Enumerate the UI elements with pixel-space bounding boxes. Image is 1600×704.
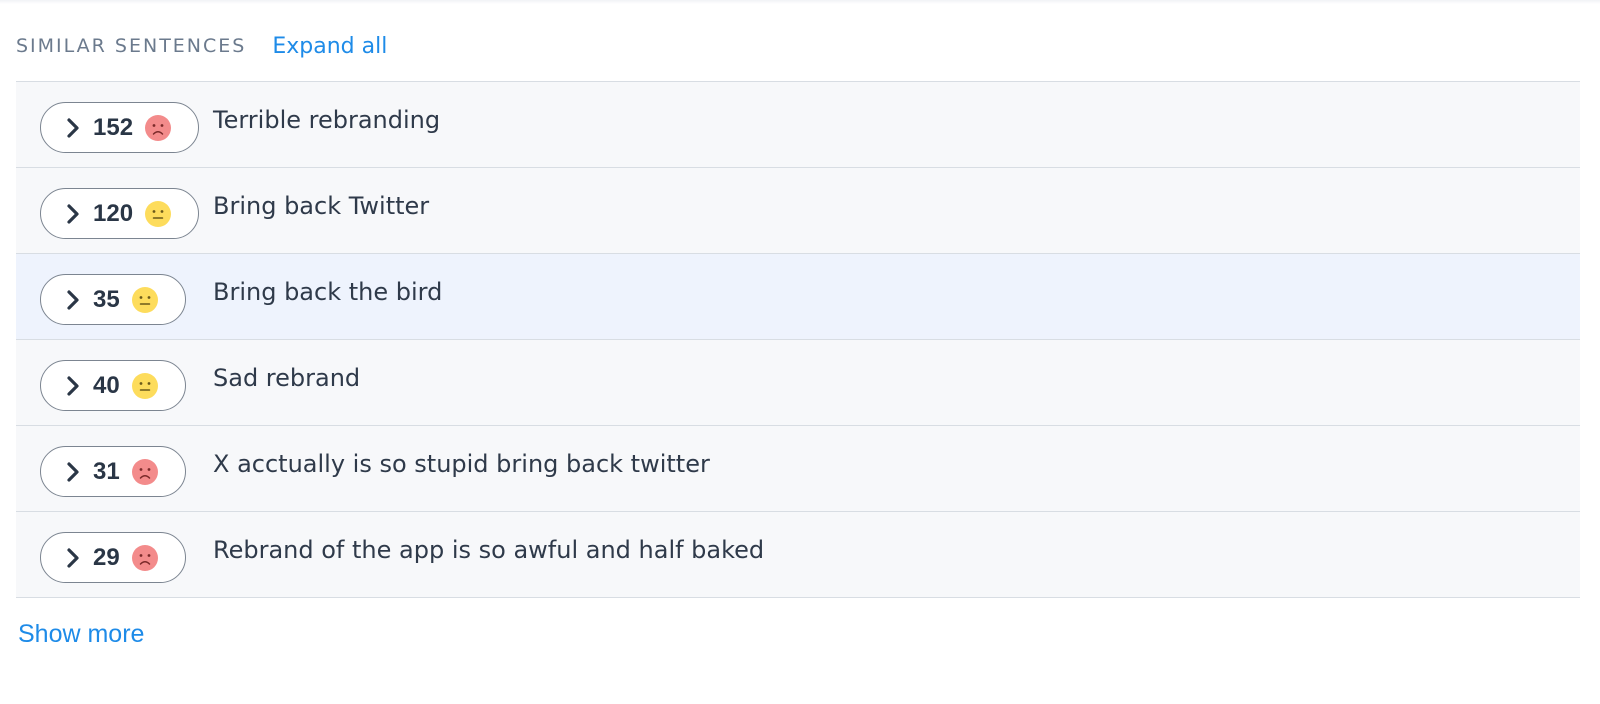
section-title: SIMILAR SENTENCES: [16, 35, 247, 57]
neutral-face-icon: [131, 372, 158, 399]
similar-sentences-panel: SIMILAR SENTENCES Expand all 152 Terribl…: [0, 0, 1600, 704]
sad-face-icon: [145, 114, 172, 141]
mention-count: 29: [93, 543, 120, 571]
sentence-text: Bring back Twitter: [213, 192, 430, 220]
expand-row-button[interactable]: 152: [40, 102, 199, 153]
mention-count: 35: [93, 285, 120, 313]
list-item[interactable]: 35 Bring back the bird: [16, 254, 1580, 340]
list-item[interactable]: 152 Terrible rebranding: [16, 82, 1580, 168]
sentence-text: Sad rebrand: [213, 364, 361, 392]
top-divider: [0, 0, 1600, 4]
mention-count: 152: [93, 113, 134, 141]
expand-row-button[interactable]: 31: [40, 446, 186, 497]
sad-face-icon: [131, 544, 158, 571]
chevron-right-icon: [67, 289, 79, 310]
sentence-text: Rebrand of the app is so awful and half …: [213, 536, 765, 564]
list-item[interactable]: 31 X acctually is so stupid bring back t…: [16, 426, 1580, 512]
chevron-right-icon: [67, 461, 79, 482]
sentence-text: Terrible rebranding: [213, 106, 441, 134]
neutral-face-icon: [145, 200, 172, 227]
expand-all-link[interactable]: Expand all: [272, 34, 387, 59]
list-item[interactable]: 29 Rebrand of the app is so awful and ha…: [16, 512, 1580, 598]
expand-row-button[interactable]: 29: [40, 532, 186, 583]
mention-count: 31: [93, 457, 120, 485]
section-header: SIMILAR SENTENCES Expand all: [16, 30, 387, 62]
mention-count: 120: [93, 199, 134, 227]
list-item[interactable]: 120 Bring back Twitter: [16, 168, 1580, 254]
chevron-right-icon: [67, 547, 79, 568]
expand-row-button[interactable]: 40: [40, 360, 186, 411]
sentence-text: Bring back the bird: [213, 278, 443, 306]
sad-face-icon: [131, 458, 158, 485]
expand-row-button[interactable]: 120: [40, 188, 199, 239]
chevron-right-icon: [67, 203, 79, 224]
mention-count: 40: [93, 371, 120, 399]
chevron-right-icon: [67, 375, 79, 396]
sentence-text: X acctually is so stupid bring back twit…: [213, 450, 710, 478]
sentence-list: 152 Terrible rebranding 120 Bring back T…: [16, 81, 1580, 598]
show-more-link[interactable]: Show more: [18, 620, 144, 649]
list-item[interactable]: 40 Sad rebrand: [16, 340, 1580, 426]
neutral-face-icon: [131, 286, 158, 313]
chevron-right-icon: [67, 117, 79, 138]
expand-row-button[interactable]: 35: [40, 274, 186, 325]
